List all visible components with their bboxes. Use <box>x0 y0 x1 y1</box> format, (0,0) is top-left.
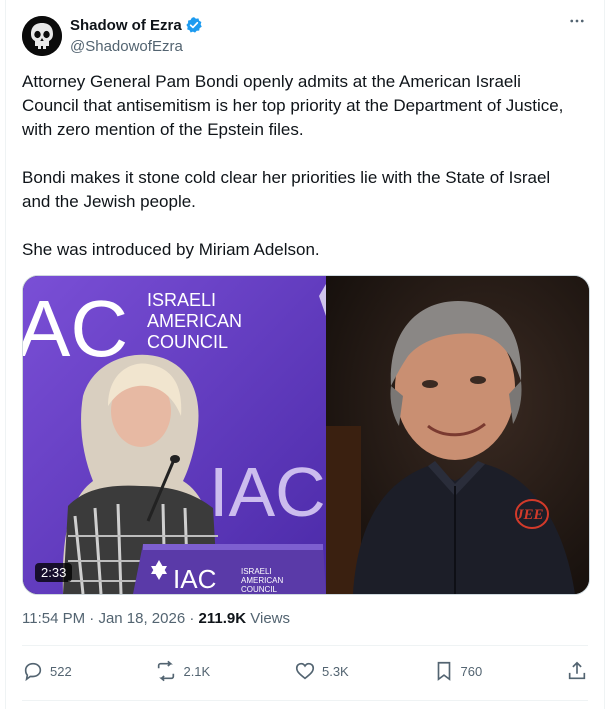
author-handle[interactable]: @ShadowofEzra <box>70 38 183 55</box>
monogram-text: JEE <box>515 507 544 523</box>
tweet-meta: 11:54 PM · Jan 18, 2026 · 211.9K Views <box>22 610 290 627</box>
repost-icon <box>158 660 175 682</box>
video-duration: 2:33 <box>35 563 73 582</box>
author-name[interactable]: Shadow of Ezra <box>70 17 182 34</box>
tweet-time[interactable]: 11:54 PM <box>22 610 85 627</box>
divider <box>22 700 588 701</box>
repost-button[interactable]: 2.1K <box>155 660 210 682</box>
tweet-paragraph: Attorney General Pam Bondi openly admits… <box>22 72 564 139</box>
stage-line-2: AMERICAN <box>147 311 242 331</box>
like-button[interactable]: 5.3K <box>294 660 349 682</box>
views-label: Views <box>250 610 290 627</box>
repost-count: 2.1K <box>183 663 211 679</box>
bookmark-button[interactable]: 760 <box>433 660 483 682</box>
meta-separator: · <box>189 610 195 627</box>
like-count: 5.3K <box>321 663 349 679</box>
backdrop-logo-text: IAC <box>209 453 326 531</box>
more-options-icon[interactable] <box>568 12 586 35</box>
divider <box>22 645 588 646</box>
bookmark-icon <box>437 661 450 681</box>
podium-line-3: COUNCIL <box>241 585 278 594</box>
podium-line-1: ISRAELI <box>241 567 272 576</box>
podium-line-2: AMERICAN <box>241 576 283 585</box>
author-name-row: Shadow of Ezra <box>70 16 203 34</box>
video-player[interactable]: AC ISRAELI AMERICAN COUNCIL IAC IAC ISRA… <box>22 275 590 595</box>
tweet-paragraph: Bondi makes it stone cold clear her prio… <box>22 168 551 211</box>
verified-badge-icon <box>186 17 202 33</box>
share-icon <box>568 661 586 680</box>
reply-button[interactable]: 522 <box>22 660 72 682</box>
action-bar: 522 2.1K 5.3K 760 <box>22 656 588 686</box>
avatar[interactable] <box>22 16 62 56</box>
tweet-text: Attorney General Pam Bondi openly admits… <box>22 70 582 286</box>
stage-line-1: ISRAELI <box>147 290 216 310</box>
tweet-paragraph: She was introduced by Miriam Adelson. <box>22 240 320 259</box>
meta-separator: · <box>89 610 95 627</box>
stage-line-3: COUNCIL <box>147 332 228 352</box>
reply-icon <box>24 662 42 682</box>
bookmark-count: 760 <box>460 663 483 679</box>
stage-logo-text: AC <box>23 284 128 373</box>
reply-count: 522 <box>50 663 72 679</box>
tweet-card: Shadow of Ezra @ShadowofEzra Attorney Ge… <box>5 0 605 709</box>
video-thumbnail: AC ISRAELI AMERICAN COUNCIL IAC IAC ISRA… <box>23 276 589 594</box>
skull-avatar-icon <box>22 16 62 56</box>
tweet-date[interactable]: Jan 18, 2026 <box>98 610 185 627</box>
podium-logo-text: IAC <box>173 564 216 594</box>
views-count: 211.9K <box>198 610 247 627</box>
share-button[interactable] <box>566 660 588 682</box>
heart-icon <box>295 662 315 680</box>
